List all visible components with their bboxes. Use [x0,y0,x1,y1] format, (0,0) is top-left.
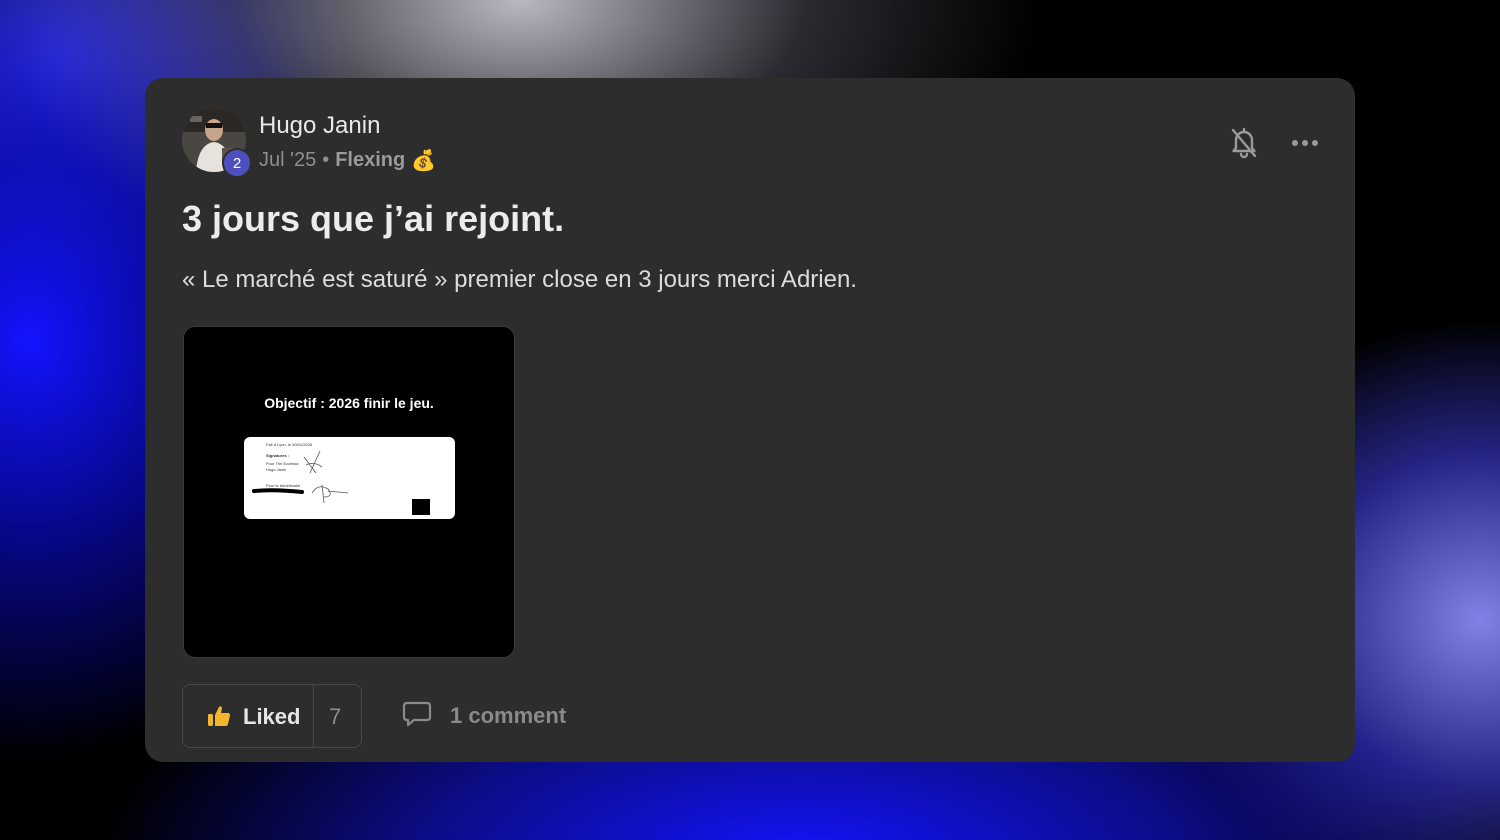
author-name[interactable]: Hugo Janin [259,112,380,140]
post-category[interactable]: Flexing [335,149,405,172]
post-image[interactable]: Objectif : 2026 finir le jeu. Fait à Lyo… [183,326,515,658]
comment-icon [402,700,432,733]
post-body: « Le marché est saturé » premier close e… [182,266,857,293]
like-label: Liked [243,704,301,729]
post-date[interactable]: Jul '25 [259,149,316,172]
comment-button[interactable]: 1 comment [402,700,566,732]
bell-off-icon[interactable] [1229,126,1259,160]
post-meta: Jul '25 • Flexing 💰 [259,148,436,173]
thumbs-up-icon [206,703,232,729]
category-emoji: 💰 [411,150,437,172]
level-badge: 2 [222,148,252,178]
like-divider [313,685,314,747]
post-card: 2 Hugo Janin Jul '25 • Flexing 💰 3 jours… [145,78,1355,762]
signed-document: Fait à Lyon, le 00/01/2026 Signatures : … [244,437,455,519]
image-caption: Objectif : 2026 finir le jeu. [264,395,434,411]
signatures [252,450,430,515]
meta-separator: • [322,149,330,171]
comment-count: 1 comment [450,703,567,728]
like-count[interactable]: 7 [329,704,341,730]
like-button[interactable]: Liked 7 [182,684,362,748]
post-title: 3 jours que j’ai rejoint. [182,198,565,239]
more-icon[interactable] [1291,134,1321,152]
